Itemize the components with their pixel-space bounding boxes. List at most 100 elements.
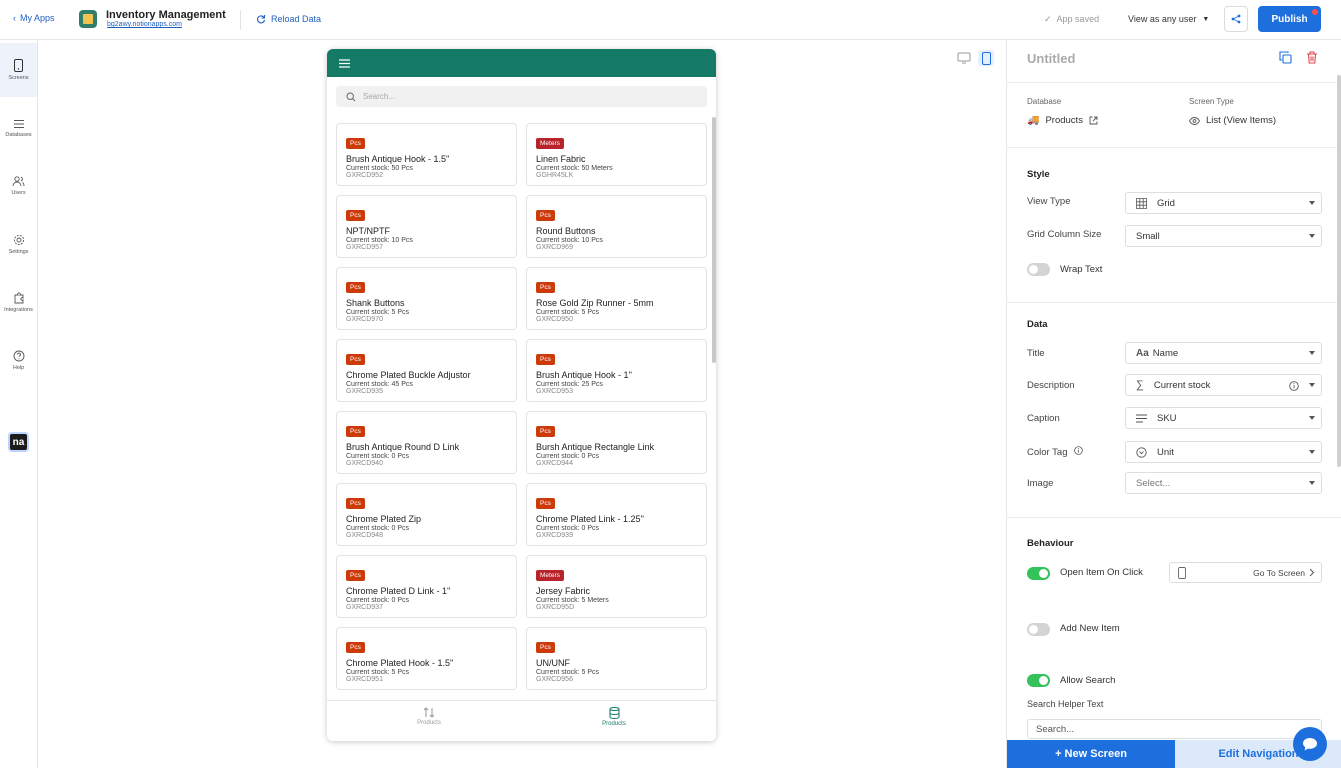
product-card[interactable]: Pcs Chrome Plated Link - 1.25'' Current st… bbox=[526, 483, 707, 546]
unit-tag: Meters bbox=[536, 570, 564, 581]
allow-search-toggle[interactable] bbox=[1027, 674, 1050, 687]
caret-down-icon bbox=[1309, 234, 1315, 238]
card-sku: GXRCD937 bbox=[346, 604, 383, 611]
app-title: Inventory Management bbox=[106, 9, 226, 21]
duplicate-button[interactable] bbox=[1277, 49, 1293, 65]
card-stock: Current stock: 45 Pcs bbox=[346, 381, 413, 388]
search-helper-input[interactable]: Search... bbox=[1027, 719, 1322, 739]
caret-down-icon bbox=[1309, 416, 1315, 420]
nav-label: Databases bbox=[5, 131, 32, 138]
search-helper-label: Search Helper Text bbox=[1027, 699, 1104, 709]
publish-button[interactable]: Publish bbox=[1258, 6, 1321, 32]
notionapps-logo: na bbox=[8, 432, 29, 452]
hamburger-menu-icon[interactable] bbox=[339, 58, 350, 68]
nav-item-settings[interactable]: Settings bbox=[0, 217, 37, 271]
wrap-text-toggle[interactable] bbox=[1027, 263, 1050, 276]
product-card[interactable]: Meters Jersey Fabric Current stock: 5 Mete… bbox=[526, 555, 707, 618]
product-card[interactable]: Pcs Chrome Plated Hook - 1.5'' Current sto… bbox=[336, 627, 517, 690]
reload-label: Reload Data bbox=[271, 14, 322, 24]
caret-down-icon bbox=[1309, 481, 1315, 485]
external-link-icon bbox=[1089, 116, 1098, 125]
product-card[interactable]: Pcs NPT/NPTF Current stock: 10 Pcs GXRCD957 bbox=[336, 195, 517, 258]
divider bbox=[1007, 517, 1341, 518]
card-sku: GXRCD940 bbox=[346, 460, 383, 467]
info-icon[interactable] bbox=[1289, 381, 1299, 391]
card-stock: Current stock: 0 Pcs bbox=[346, 525, 410, 532]
product-card[interactable]: Pcs Rose Gold Zip Runner - 5mm Current sto… bbox=[526, 267, 707, 330]
nav-item-help[interactable]: Help bbox=[0, 333, 37, 387]
card-stock: Current stock: 5 Pcs bbox=[536, 309, 600, 316]
tab-products[interactable]: Products bbox=[369, 707, 489, 726]
reload-data-button[interactable]: Reload Data bbox=[256, 14, 321, 24]
go-to-screen-button[interactable]: Go To Screen bbox=[1169, 562, 1322, 583]
screen-title[interactable]: Untitled bbox=[1027, 51, 1075, 66]
search-input[interactable]: Search... bbox=[336, 86, 707, 107]
card-title: Bursh Antique Rectangle Link bbox=[536, 442, 655, 452]
desktop-view-button[interactable] bbox=[956, 50, 972, 66]
product-card[interactable]: Pcs UN/UNF Current stock: 5 Pcs GXRCD956 bbox=[526, 627, 707, 690]
new-screen-button[interactable]: + New Screen bbox=[1007, 740, 1175, 768]
panel-scrollbar[interactable] bbox=[1337, 75, 1341, 467]
gear-icon bbox=[13, 234, 24, 245]
card-sku: GGHR45LK bbox=[536, 172, 574, 179]
product-card[interactable]: Meters Linen Fabric Current stock: 50 Mete… bbox=[526, 123, 707, 186]
title-select[interactable]: Aa Name bbox=[1125, 342, 1322, 364]
view-as-dropdown[interactable]: View as any user ▼ bbox=[1128, 14, 1209, 24]
caption-select[interactable]: SKU bbox=[1125, 407, 1322, 429]
nav-item-databases[interactable]: Databases bbox=[0, 101, 37, 155]
image-select-value: Select... bbox=[1136, 477, 1171, 489]
unit-tag: Pcs bbox=[346, 498, 365, 509]
select-option-icon bbox=[1136, 446, 1147, 458]
card-stock: Current stock: 10 Pcs bbox=[536, 237, 603, 244]
product-card[interactable]: Pcs Round Buttons Current stock: 10 Pcs GXR… bbox=[526, 195, 707, 258]
search-placeholder: Search... bbox=[363, 92, 396, 101]
my-apps-link[interactable]: ‹ My Apps bbox=[13, 13, 55, 23]
nav-item-users[interactable]: Users bbox=[0, 159, 37, 213]
info-icon[interactable] bbox=[1074, 446, 1083, 455]
app-url-link[interactable]: bg2awy.notionapps.com bbox=[107, 21, 182, 28]
share-icon bbox=[1231, 14, 1241, 24]
mobile-view-button[interactable] bbox=[978, 50, 994, 66]
description-select-value: Current stock bbox=[1153, 379, 1211, 391]
scrollbar[interactable] bbox=[712, 117, 716, 363]
share-button[interactable] bbox=[1224, 6, 1248, 32]
caret-down-icon: ▼ bbox=[1202, 16, 1210, 23]
card-stock: Current stock: 5 Meters bbox=[536, 597, 609, 604]
screen-type-value: List (View Items) bbox=[1189, 115, 1276, 126]
nav-label: Integrations bbox=[4, 306, 33, 313]
product-card[interactable]: Pcs Brush Antique Hook - 1'' Current stock… bbox=[526, 339, 707, 402]
product-card[interactable]: Pcs Brush Antique Hook - 1.5'' Current sto… bbox=[336, 123, 517, 186]
grid-column-size-value: Small bbox=[1136, 230, 1160, 242]
database-value[interactable]: 🚚 Products bbox=[1027, 115, 1098, 126]
nav-item-integrations[interactable]: Integrations bbox=[0, 275, 37, 329]
view-type-select[interactable]: Grid bbox=[1125, 192, 1322, 214]
open-item-toggle[interactable] bbox=[1027, 567, 1050, 580]
users-icon bbox=[12, 176, 25, 187]
product-card[interactable]: Pcs Shank Buttons Current stock: 5 Pcs GXRC… bbox=[336, 267, 517, 330]
image-select[interactable]: Select... bbox=[1125, 472, 1322, 494]
card-title: NPT/NPTF bbox=[346, 226, 390, 236]
card-stock: Current stock: 5 Pcs bbox=[346, 309, 410, 316]
delete-button[interactable] bbox=[1304, 49, 1320, 65]
app-saved-status: ✓ App saved bbox=[1044, 14, 1099, 25]
nav-item-screens[interactable]: Screens bbox=[0, 43, 37, 97]
description-select[interactable]: ∑ Current stock bbox=[1125, 374, 1322, 396]
product-card[interactable]: Pcs Bursh Antique Rectangle Link Current s… bbox=[526, 411, 707, 474]
divider bbox=[1007, 147, 1341, 148]
divider bbox=[1007, 302, 1341, 303]
screen-type-text: List (View Items) bbox=[1206, 115, 1277, 126]
card-title: Chrome Plated Link - 1.25'' bbox=[536, 514, 644, 524]
product-card[interactable]: Pcs Chrome Plated Zip Current stock: 0 Pcs… bbox=[336, 483, 517, 546]
style-section-title: Style bbox=[1027, 169, 1050, 180]
add-new-item-toggle[interactable] bbox=[1027, 623, 1050, 636]
app-header bbox=[327, 49, 716, 77]
card-stock: Current stock: 0 Pcs bbox=[536, 525, 600, 532]
grid-column-size-select[interactable]: Small bbox=[1125, 225, 1322, 247]
image-field-label: Image bbox=[1027, 478, 1054, 489]
color-tag-select[interactable]: Unit bbox=[1125, 441, 1322, 463]
product-card[interactable]: Pcs Chrome Plated D Link - 1'' Current sto… bbox=[336, 555, 517, 618]
chat-button[interactable] bbox=[1293, 727, 1327, 761]
product-card[interactable]: Pcs Brush Antique Round D Link Current sto… bbox=[336, 411, 517, 474]
tab-products-active[interactable]: Products bbox=[554, 707, 674, 727]
product-card[interactable]: Pcs Chrome Plated Buckle Adjustor Current … bbox=[336, 339, 517, 402]
